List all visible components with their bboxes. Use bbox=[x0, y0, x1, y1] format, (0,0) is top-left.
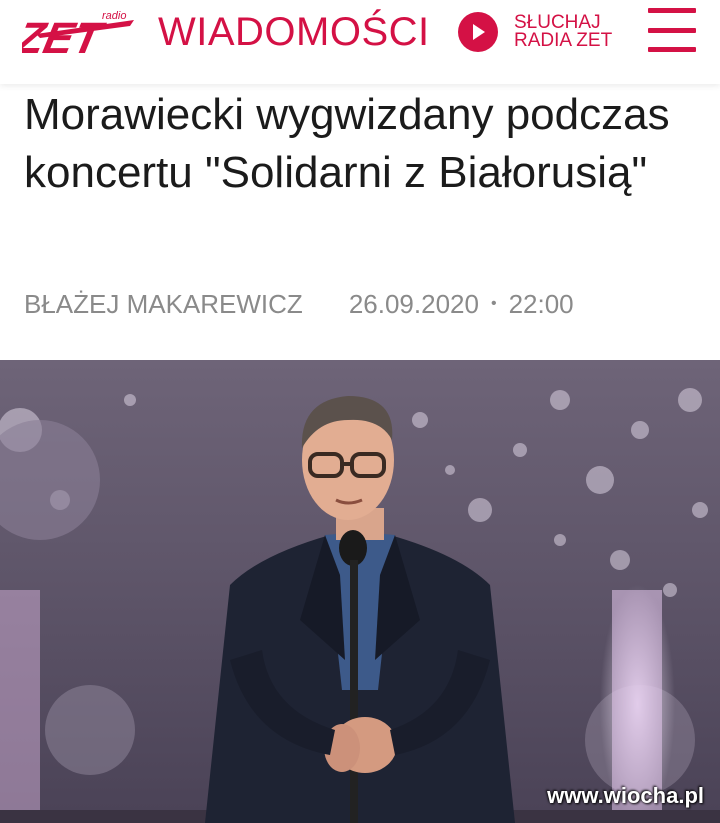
listen-label-line2: RADIA ZET bbox=[514, 30, 613, 51]
listen-radio-button[interactable]: SŁUCHAJ RADIA ZET bbox=[458, 10, 624, 54]
article-date: 26.09.2020 bbox=[348, 288, 479, 319]
menu-bar bbox=[648, 27, 696, 33]
section-title[interactable]: WIADOMOŚCI bbox=[158, 10, 430, 54]
top-navigation-bar: radio ZET WIADOMOŚCI SŁUCHAJ RADIA ZET bbox=[0, 0, 720, 84]
hamburger-menu-icon[interactable] bbox=[648, 6, 696, 54]
article-photo[interactable]: www.wiocha.pl bbox=[0, 360, 720, 823]
menu-bar bbox=[648, 47, 696, 52]
menu-bar bbox=[648, 8, 696, 13]
article-time: 22:00 bbox=[508, 288, 574, 319]
article-meta: BŁAŻEJ MAKAREWICZ 26.09.2020 • 22:00 bbox=[24, 288, 704, 320]
svg-text:ZET: ZET bbox=[22, 14, 110, 60]
article-author[interactable]: BŁAŻEJ MAKAREWICZ bbox=[24, 289, 303, 320]
play-icon bbox=[458, 12, 498, 52]
watermark: www.wiocha.pl bbox=[547, 783, 704, 808]
radio-zet-logo[interactable]: radio ZET bbox=[22, 8, 140, 60]
article-headline: Morawiecki wygwizdany podczas koncertu "… bbox=[24, 90, 670, 197]
svg-text:radio: radio bbox=[102, 10, 126, 22]
photo-illustration bbox=[0, 360, 720, 823]
meta-separator: • bbox=[490, 295, 497, 312]
listen-radio-label: SŁUCHAJ RADIA ZET bbox=[514, 13, 624, 51]
